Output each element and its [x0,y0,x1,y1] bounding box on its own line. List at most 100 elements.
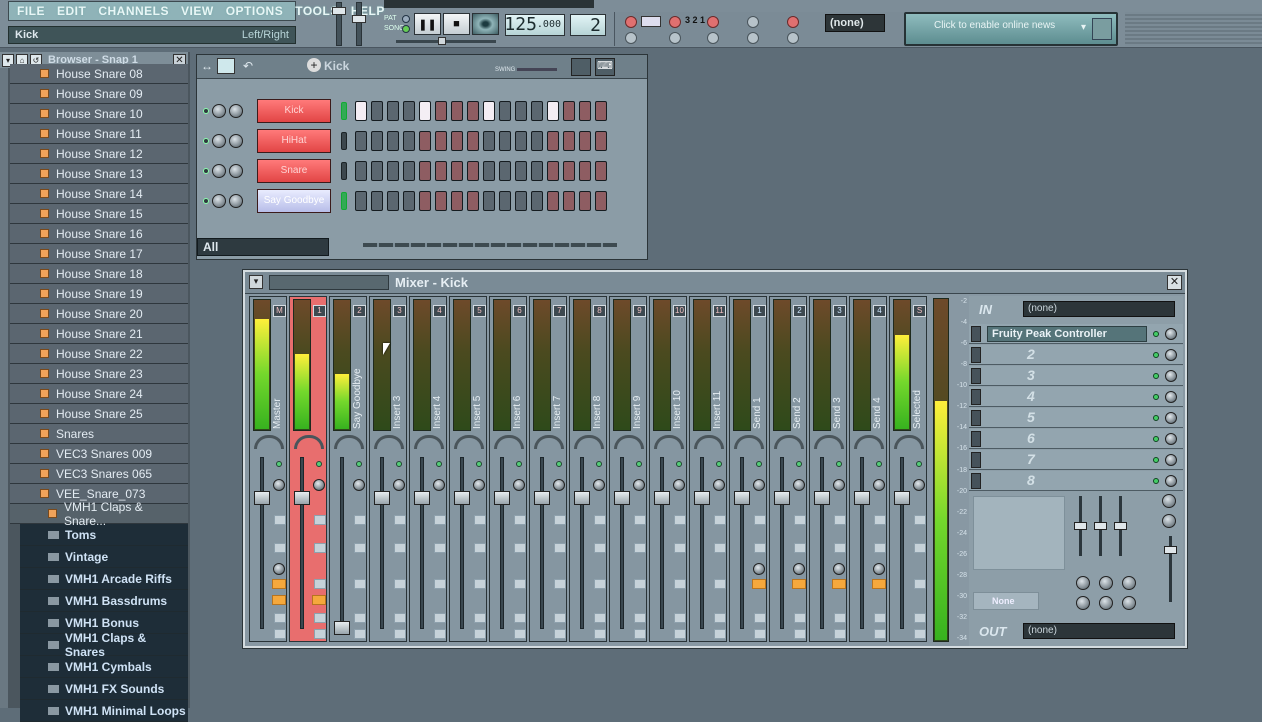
record-arm-button[interactable] [354,613,366,623]
disk-record-button[interactable] [874,629,886,639]
track-number-badge[interactable]: 3 [833,305,846,317]
volume-fader[interactable] [494,491,510,505]
step-button[interactable] [579,131,591,151]
track-number-badge[interactable]: 2 [793,305,806,317]
volume-fader[interactable] [334,621,350,635]
song-mode-radio[interactable] [402,25,410,33]
metronome-toggle[interactable] [625,32,637,44]
menu-view[interactable]: VIEW [181,4,214,18]
stereo-separation-control[interactable] [334,435,364,449]
slider-handle[interactable] [1164,546,1177,554]
slot-enable-led[interactable] [1153,372,1159,379]
recording-filter-toggle[interactable] [747,16,759,28]
step-button[interactable] [531,131,543,151]
routing-button[interactable] [354,515,366,525]
mute-led[interactable] [876,461,882,467]
record-arm-button[interactable] [314,613,326,623]
routing-button[interactable] [394,515,406,525]
disk-record-button[interactable] [474,629,486,639]
step-button[interactable] [403,191,415,211]
send-level-knob[interactable] [753,563,765,575]
step-button[interactable] [467,101,479,121]
pan-knob[interactable] [212,104,226,118]
track-number-badge[interactable]: 1 [753,305,766,317]
slot-name[interactable]: Fruity Peak Controller [987,325,1147,342]
step-button[interactable] [563,131,575,151]
slot-enable-led[interactable] [1153,393,1159,400]
loop-record-toggle[interactable] [787,16,799,28]
polarity-knob[interactable] [1162,514,1176,528]
routing-button[interactable] [794,543,806,553]
routing-button[interactable] [554,543,566,553]
routing-button[interactable] [434,515,446,525]
menu-edit[interactable]: EDIT [57,4,86,18]
mute-led[interactable] [636,461,642,467]
channel-select-indicator[interactable] [341,102,347,120]
routing-button[interactable] [714,543,726,553]
step-button[interactable] [595,101,607,121]
send-level-knob[interactable] [833,563,845,575]
browser-file-item[interactable]: House Snare 19 [10,284,188,304]
route-switch[interactable] [272,595,286,605]
eq-graph[interactable] [973,496,1065,570]
disk-record-button[interactable] [434,629,446,639]
record-arm-button[interactable] [554,613,566,623]
slot-menu-button[interactable] [971,409,981,426]
volume-fader-track[interactable] [860,457,864,629]
step-button[interactable] [371,191,383,211]
send-arrow-button[interactable] [314,579,326,589]
mute-led[interactable] [316,461,322,467]
track-number-badge[interactable]: 8 [593,305,606,317]
pan-knob[interactable] [713,479,725,491]
track-number-badge[interactable]: 5 [473,305,486,317]
browser-file-item[interactable]: House Snare 11 [10,124,188,144]
blend-notes-toggle[interactable] [669,32,681,44]
step-button[interactable] [435,101,447,121]
slot-name[interactable]: 4 [987,389,1147,405]
browser-file-item[interactable]: House Snare 21 [10,324,188,344]
track-number-badge[interactable]: 3 [393,305,406,317]
menu-file[interactable]: FILE [17,4,45,18]
routing-button[interactable] [874,543,886,553]
slot-name[interactable]: 2 [987,347,1147,363]
step-button[interactable] [355,161,367,181]
volume-knob[interactable] [229,104,243,118]
send-switch[interactable] [272,579,286,589]
stereo-separation-control[interactable] [454,435,484,449]
volume-fader[interactable] [454,491,470,505]
track-number-badge[interactable]: 4 [873,305,886,317]
slot-mix-knob[interactable] [1165,474,1177,487]
track-volume-slider[interactable] [1164,536,1177,602]
record-arm-button[interactable] [794,613,806,623]
pan-knob[interactable] [393,479,405,491]
mixer-menu-button[interactable]: ▾ [249,275,263,289]
volume-fader-track[interactable] [260,457,264,629]
step-button[interactable] [515,191,527,211]
routing-button[interactable] [274,543,286,553]
step-button[interactable] [435,161,447,181]
volume-fader[interactable] [534,491,550,505]
slider-handle[interactable] [352,15,366,23]
step-button[interactable] [563,101,575,121]
stereo-separation-control[interactable] [774,435,804,449]
tempo-display[interactable]: 125.000 [504,14,565,36]
slot-name[interactable]: 8 [987,473,1147,489]
piano-roll-icon[interactable]: ⌨ [595,58,615,76]
eq-low-slider[interactable] [1074,496,1087,556]
step-button[interactable] [371,161,383,181]
send-switch[interactable] [792,579,806,589]
track-number-badge[interactable]: 4 [433,305,446,317]
slider-handle[interactable] [1094,522,1107,530]
routing-button[interactable] [394,543,406,553]
routing-button[interactable] [754,543,766,553]
mixer-track[interactable]: 6 Insert 6 [489,296,527,642]
step-button[interactable] [451,191,463,211]
pan-knob[interactable] [212,134,226,148]
step-button[interactable] [515,161,527,181]
disk-record-button[interactable] [394,629,406,639]
eq-knob[interactable] [1099,596,1113,610]
volume-fader[interactable] [774,491,790,505]
pause-button[interactable]: ❚❚ [414,13,441,35]
step-button[interactable] [419,131,431,151]
stereo-separation-control[interactable] [574,435,604,449]
